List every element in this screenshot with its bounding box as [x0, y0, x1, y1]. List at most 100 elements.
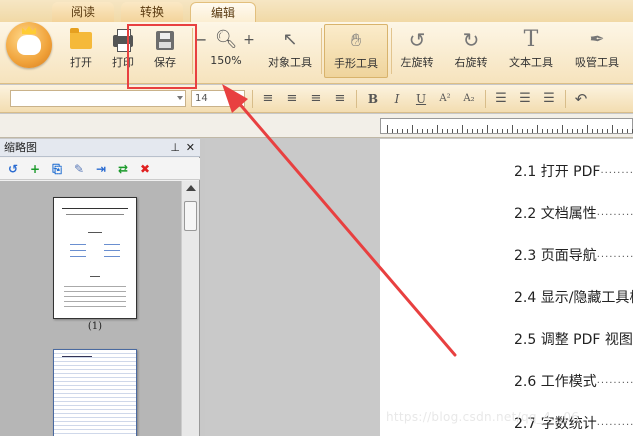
- thumbnail-page-1[interactable]: [53, 197, 137, 319]
- align-right-icon[interactable]: ≡: [308, 91, 324, 107]
- rotate-left-button[interactable]: ↺ 左旋转: [394, 24, 440, 78]
- ruler-tick: [567, 129, 568, 133]
- pin-icon[interactable]: ⊥: [170, 139, 180, 157]
- thumbnail-panel-title: 缩略图: [4, 141, 37, 154]
- paragraph-spacing-icon[interactable]: ☰: [517, 91, 533, 107]
- ruler-tick: [512, 125, 513, 133]
- line-spacing-icon[interactable]: ☰: [493, 91, 509, 107]
- ruler-tick: [597, 129, 598, 133]
- close-icon[interactable]: ✕: [186, 139, 195, 157]
- chevron-down-icon: [177, 96, 183, 100]
- font-size-select[interactable]: 14: [191, 90, 245, 107]
- ruler-tick: [492, 129, 493, 133]
- object-tool-button[interactable]: ↖ 对象工具: [262, 24, 318, 78]
- ruler-tick: [537, 125, 538, 133]
- mascot-icon: [17, 35, 41, 55]
- eyedropper-icon: ✒︎: [589, 29, 605, 50]
- italic-button[interactable]: I: [389, 91, 405, 107]
- toc-entry[interactable]: 2.5 调整 PDF 视图: [514, 329, 633, 349]
- ruler-tick: [482, 129, 483, 133]
- ruler-tick: [532, 129, 533, 133]
- toc-entry[interactable]: 2.3 页面导航·········: [514, 245, 633, 265]
- ruler-tick: [622, 129, 623, 133]
- thumbnail-toolbar: ↺ + ⎘ ✎ ⇥ ⇄ ✖: [0, 158, 200, 180]
- tab-convert[interactable]: 转换: [121, 2, 183, 22]
- magnifier-icon: 🔍︎: [214, 29, 238, 50]
- ruler-tick: [472, 129, 473, 133]
- format-toolbar: 14 ≡ ≡ ≡ ≡ B I U A² A₂ ☰ ☰ ☰ ↶: [0, 85, 633, 113]
- ruler-tick: [442, 129, 443, 133]
- thumbnail-page-2[interactable]: [53, 349, 137, 436]
- edit-page-icon[interactable]: ✎: [71, 161, 87, 177]
- align-left-icon[interactable]: ≡: [260, 91, 276, 107]
- eyedropper-tool-button[interactable]: ✒︎ 吸管工具: [568, 24, 626, 78]
- toc-entry[interactable]: 2.6 工作模式·········: [514, 371, 633, 391]
- horizontal-ruler: [380, 118, 633, 134]
- open-button[interactable]: 打开: [60, 24, 102, 78]
- ruler-tick: [587, 125, 588, 133]
- ruler-tick: [447, 129, 448, 133]
- underline-button[interactable]: U: [413, 91, 429, 107]
- list-icon[interactable]: ☰: [541, 91, 557, 107]
- chevron-down-icon: [236, 96, 242, 100]
- ruler-tick: [542, 129, 543, 133]
- subscript-button[interactable]: A₂: [461, 91, 477, 107]
- document-page: 2.1 打开 PDF········· 2.2 文档属性········· 2.…: [380, 139, 633, 436]
- ruler-tick: [507, 129, 508, 133]
- hand-icon: ✋︎: [350, 30, 362, 51]
- thumbnail-page-1-caption: (1): [87, 321, 103, 332]
- scroll-thumb[interactable]: [184, 201, 197, 231]
- ruler-tick: [562, 125, 563, 133]
- thumbnail-list: (1): [0, 181, 181, 436]
- thumbnail-scrollbar[interactable]: [181, 181, 199, 436]
- undo-icon[interactable]: ↶: [573, 91, 589, 107]
- rotate-left-icon: ↺: [408, 28, 426, 52]
- scroll-up-icon[interactable]: [186, 185, 196, 191]
- hand-tool-button[interactable]: ✋︎ 手形工具: [324, 24, 388, 78]
- ruler-bar: [0, 114, 633, 138]
- ruler-tick: [392, 129, 393, 133]
- folder-icon: [70, 28, 92, 49]
- ruler-tick: [612, 125, 613, 133]
- ruler-tick: [522, 129, 523, 133]
- ruler-tick: [552, 129, 553, 133]
- font-name-select[interactable]: [10, 90, 186, 107]
- align-center-icon[interactable]: ≡: [284, 91, 300, 107]
- text-tool-button[interactable]: T 文本工具: [503, 24, 559, 78]
- ruler-tick: [527, 129, 528, 133]
- rotate-page-icon[interactable]: ↺: [5, 161, 21, 177]
- ruler-tick: [617, 129, 618, 133]
- ruler-tick: [462, 125, 463, 133]
- zoom-in-button[interactable]: +: [242, 24, 256, 78]
- ruler-tick: [457, 129, 458, 133]
- document-view[interactable]: 2.1 打开 PDF········· 2.2 文档属性········· 2.…: [205, 139, 633, 436]
- zoom-level-button[interactable]: 🔍︎ 150%: [206, 24, 246, 78]
- watermark: https://blog.csdn.net/qq_4...06: [386, 410, 580, 424]
- export-page-icon[interactable]: ⇥: [93, 161, 109, 177]
- bold-button[interactable]: B: [365, 91, 381, 107]
- thumbnail-panel-header: 缩略图 ⊥ ✕: [0, 139, 200, 157]
- app-logo-button[interactable]: [6, 22, 52, 68]
- ribbon-toolbar: 打开 打印 保存 − 🔍︎ 150% + ↖ 对象工具 ✋︎ 手形工具 ↺ 左旋…: [0, 22, 633, 84]
- ruler-tick: [502, 129, 503, 133]
- insert-page-icon[interactable]: +: [27, 161, 43, 177]
- highlight-box: [127, 24, 197, 89]
- ruler-tick: [417, 129, 418, 133]
- rotate-right-button[interactable]: ↻ 右旋转: [448, 24, 494, 78]
- ruler-tick: [517, 129, 518, 133]
- tab-edit[interactable]: 编辑: [190, 2, 256, 22]
- toc-entry[interactable]: 2.4 显示/隐藏工具栏: [514, 287, 633, 307]
- toc-entry[interactable]: 2.1 打开 PDF·········: [514, 161, 633, 181]
- superscript-button[interactable]: A²: [437, 91, 453, 107]
- ruler-tick: [387, 125, 388, 133]
- replace-page-icon[interactable]: ⇄: [115, 161, 131, 177]
- tab-read[interactable]: 阅读: [52, 2, 114, 22]
- align-justify-icon[interactable]: ≡: [332, 91, 348, 107]
- delete-page-icon[interactable]: ✖: [137, 161, 153, 177]
- ruler-tick: [602, 129, 603, 133]
- ruler-tick: [412, 125, 413, 133]
- extract-page-icon[interactable]: ⎘: [49, 161, 65, 177]
- toc-entry[interactable]: 2.2 文档属性·········: [514, 203, 633, 223]
- ruler-tick: [497, 129, 498, 133]
- ruler-tick: [397, 129, 398, 133]
